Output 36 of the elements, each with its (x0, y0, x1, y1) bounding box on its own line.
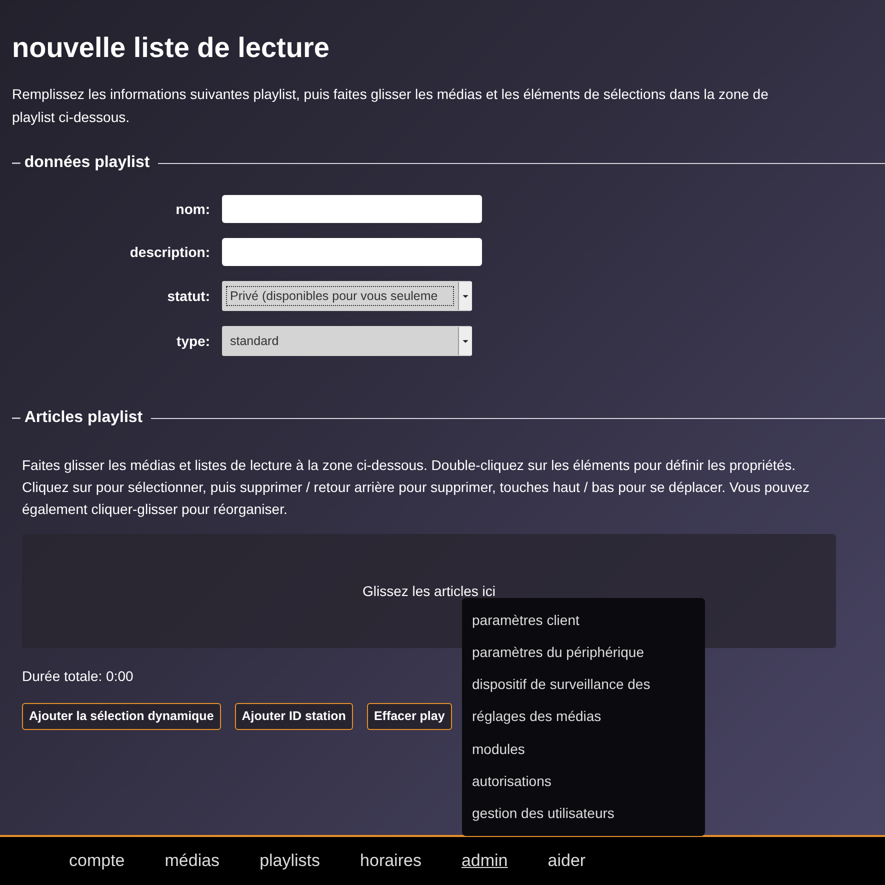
drop-zone-text: Glissez les articles ici (362, 582, 496, 600)
help-text: Faites glisser les médias et listes de lecture à la zone ci-dessous. Double-cliquez sur les éléments pour définir les propriétés. Cliquez sur pour sélectionner, puis supprimer / retour arrière pour supprimer, touches haut / bas pour se déplacer. Vous pouvez également cliquer-glisser pour réorganiser. (22, 456, 811, 519)
collapse-toggle[interactable]: – (12, 406, 20, 430)
field-label: description: (128, 242, 211, 262)
menu-item[interactable]: dispositif de surveillance des (462, 668, 705, 701)
menu-item[interactable]: autorisations (462, 765, 705, 798)
dropdown-select[interactable]: Privé (disponibles pour vous seuleme (222, 281, 472, 311)
action-button[interactable]: Effacer play (366, 703, 452, 730)
collapse-toggle[interactable]: – (12, 152, 20, 174)
intro-text: Remplissez les informations suivantes playlist, puis faites glisser les médias et les éléments de sélections dans la zone de playlist ci-dessous. (12, 85, 770, 127)
menu-item[interactable]: paramètres client (462, 604, 705, 636)
action-button[interactable]: Ajouter la sélection dynamique (22, 703, 221, 730)
menu-item[interactable]: modules (462, 733, 705, 766)
action-button[interactable]: Ajouter ID station (234, 703, 353, 730)
section-legend: Articles playlist (24, 406, 143, 430)
select-value: Privé (disponibles pour vous seuleme (226, 286, 454, 306)
menu-item[interactable]: gestion des utilisateurs (462, 798, 705, 830)
nav-link[interactable]: admin (461, 848, 508, 874)
nav-link[interactable]: compte (69, 848, 125, 874)
select-value: standard (229, 332, 280, 350)
total-duration: Durée totale: 0:00 (22, 667, 134, 686)
nav-link[interactable]: médias (164, 848, 220, 874)
page-title: nouvelle liste de lecture (12, 31, 330, 65)
nav-link[interactable]: playlists (260, 848, 320, 874)
field-label: type: (176, 332, 211, 351)
field-label: statut: (166, 286, 211, 306)
caret-icon (458, 282, 472, 310)
menu-item[interactable]: réglages des médias (462, 700, 705, 734)
dropdown-select[interactable]: standard (222, 326, 472, 356)
field-label: nom: (174, 200, 211, 218)
section-legend: données playlist (24, 151, 150, 175)
text-field[interactable] (222, 238, 482, 266)
nav-link[interactable]: aider (548, 848, 586, 874)
nav-link[interactable]: horaires (360, 848, 422, 874)
text-field[interactable] (222, 195, 482, 223)
caret-icon (458, 327, 472, 355)
